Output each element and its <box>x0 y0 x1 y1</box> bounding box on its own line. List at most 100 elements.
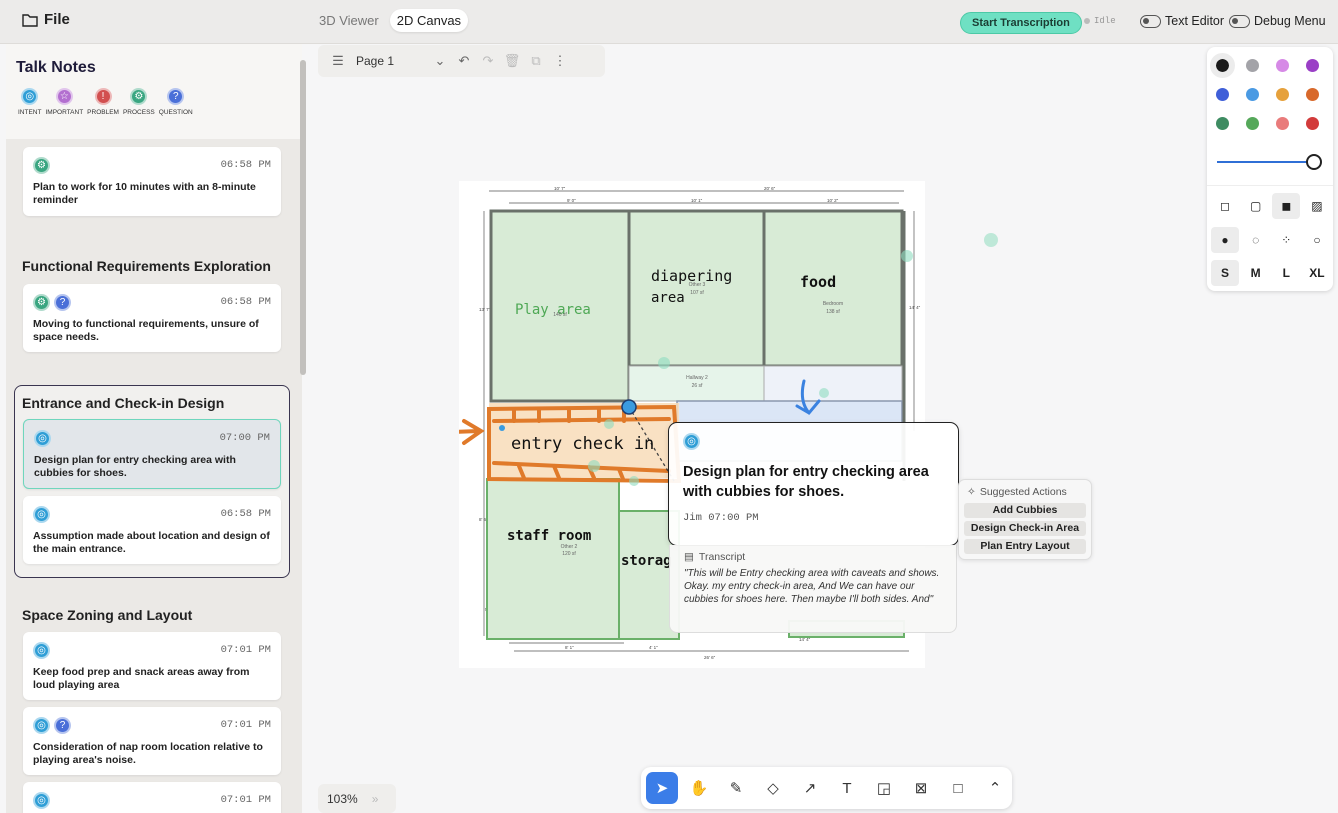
anchor-point[interactable] <box>621 399 637 415</box>
start-transcription-button[interactable]: Start Transcription <box>960 12 1082 34</box>
toggle-switch-icon <box>1140 14 1161 28</box>
popup-meta: Jim 07:00 PM <box>683 512 759 524</box>
note-time: 06:58 PM <box>220 508 271 520</box>
star-icon: ☆ <box>55 88 73 105</box>
trash-icon[interactable]: 🗑 <box>500 53 524 69</box>
note-card[interactable]: ◎ 06:58 PM Assumption made about location… <box>23 496 281 564</box>
file-menu-button[interactable]: File <box>22 11 70 28</box>
gear-icon: ⚙ <box>33 293 50 311</box>
color-swatch[interactable] <box>1276 59 1289 72</box>
hand-icon[interactable]: ✋ <box>683 772 715 804</box>
legend-problem[interactable]: ! PROBLEM <box>87 88 119 116</box>
legend-intent[interactable]: ◎ INTENT <box>18 88 41 116</box>
note-time: 06:58 PM <box>220 159 271 171</box>
transcript-panel: ▤ Transcript "This will be Entry checkin… <box>669 545 957 633</box>
color-swatch[interactable] <box>1276 117 1289 130</box>
category-legend: ◎ INTENT ☆ IMPORTANT ! PROBLEM ⚙ PROCESS ? QU… <box>18 88 197 116</box>
note-card[interactable]: ⚙? 06:58 PM Moving to functional requirem… <box>23 284 281 352</box>
size-l[interactable]: L <box>1272 260 1300 286</box>
section-title: Space Zoning and Layout <box>22 607 193 623</box>
undo-icon[interactable]: ↶ <box>452 53 476 69</box>
note-card[interactable]: ◎ 07:01 PM Keep food prep and snack areas… <box>23 632 281 700</box>
zoom-control[interactable]: 103% » <box>318 784 396 813</box>
select-icon[interactable]: ➤ <box>646 772 678 804</box>
color-swatch[interactable] <box>1246 117 1259 130</box>
note-text: Consideration of nap room location relat… <box>33 741 263 766</box>
target-icon: ◎ <box>21 88 39 105</box>
text-editor-toggle[interactable]: Text Editor <box>1140 14 1224 28</box>
dim-label: 10' 1" <box>691 198 703 203</box>
more-icon[interactable]: ⋮ <box>548 53 572 69</box>
style-panel: ◻ ▢ ◼ ▨ ● ◌ ⁘ ○ S M L XL <box>1207 47 1333 291</box>
design-check-in-button[interactable]: Design Check-in Area <box>964 521 1086 536</box>
color-swatch[interactable] <box>1246 88 1259 101</box>
pencil-icon[interactable]: ✎ <box>720 772 752 804</box>
size-s[interactable]: S <box>1211 260 1239 286</box>
file-label: File <box>44 11 70 28</box>
dim-label: 26' 6" <box>704 655 716 660</box>
color-swatch[interactable] <box>1306 59 1319 72</box>
color-swatch[interactable] <box>1216 88 1229 101</box>
expand-icon[interactable]: » <box>372 792 379 806</box>
rectangle-icon[interactable]: □ <box>942 772 974 804</box>
legend-question[interactable]: ? QUESTION <box>159 88 193 116</box>
debug-menu-toggle[interactable]: Debug Menu <box>1229 14 1326 28</box>
room-area: 120 sf <box>562 551 576 557</box>
stroke-draw-icon[interactable]: ● <box>1211 227 1239 253</box>
transcript-text: "This will be Entry checking area with c… <box>684 568 940 605</box>
notes-title: Talk Notes <box>16 59 96 76</box>
anchor-point[interactable] <box>499 425 505 431</box>
fill-solid-icon[interactable]: ◼ <box>1272 193 1301 219</box>
status-indicator: Idle <box>1084 16 1116 26</box>
menu-icon[interactable]: ☰ <box>326 53 350 69</box>
color-swatch[interactable] <box>1276 88 1289 101</box>
transcript-label: Transcript <box>698 551 746 563</box>
note-card[interactable]: ⚙ 06:58 PM Plan to work for 10 minutes wi… <box>23 147 281 216</box>
eraser-icon[interactable]: ◇ <box>757 772 789 804</box>
legend-process[interactable]: ⚙ PROCESS <box>123 88 155 116</box>
chevron-down-icon[interactable]: ⌄ <box>428 53 452 69</box>
room-area: 26 sf <box>692 383 703 389</box>
stroke-dotted-icon[interactable]: ⁘ <box>1272 227 1300 253</box>
gear-icon: ⚙ <box>33 156 50 174</box>
sidebar-scrollbar[interactable] <box>300 60 306 375</box>
text-icon[interactable]: T <box>831 772 863 804</box>
fill-pattern-icon[interactable]: ▨ <box>1303 193 1331 219</box>
stroke-solid-icon[interactable]: ○ <box>1303 227 1331 253</box>
redo-icon[interactable]: ↷ <box>476 53 500 69</box>
size-xl[interactable]: XL <box>1303 260 1331 286</box>
opacity-slider-handle[interactable] <box>1306 154 1322 170</box>
note-card[interactable]: ◎ 07:01 PM <box>23 782 281 813</box>
note-text: Design plan for entry checking area with… <box>34 454 236 479</box>
size-options: S M L XL <box>1211 260 1331 286</box>
entry-check-in-label: entry check in <box>511 434 654 454</box>
diapering-label-2: area <box>651 290 685 306</box>
tab-2d-canvas[interactable]: 2D Canvas <box>389 9 469 32</box>
fill-none-icon[interactable]: ◻ <box>1211 193 1239 219</box>
opacity-slider-track[interactable] <box>1217 161 1313 163</box>
add-cubbies-button[interactable]: Add Cubbies <box>964 503 1086 518</box>
size-m[interactable]: M <box>1242 260 1270 286</box>
chevron-up-icon[interactable]: ⌃ <box>979 772 1011 804</box>
image-icon[interactable]: ⊠ <box>905 772 937 804</box>
arrow-icon[interactable]: ↗ <box>794 772 826 804</box>
status-text: Idle <box>1094 16 1116 26</box>
color-swatch[interactable] <box>1210 53 1235 78</box>
stroke-dashed-icon[interactable]: ◌ <box>1242 227 1270 253</box>
fill-semi-icon[interactable]: ▢ <box>1242 193 1270 219</box>
page-select[interactable]: Page 1 <box>350 54 428 68</box>
color-swatch[interactable] <box>1246 59 1259 72</box>
color-swatch[interactable] <box>1306 117 1319 130</box>
dim-label: 8' 1" <box>565 645 574 650</box>
note-popup[interactable]: ◎ Design plan for entry checking area wi… <box>668 422 959 546</box>
plan-entry-layout-button[interactable]: Plan Entry Layout <box>964 539 1086 554</box>
note-card-selected[interactable]: ◎ 07:00 PM Design plan for entry checking… <box>23 419 281 489</box>
color-swatch[interactable] <box>1306 88 1319 101</box>
transcript-icon: ▤ <box>684 551 694 563</box>
legend-important[interactable]: ☆ IMPORTANT <box>45 88 83 116</box>
duplicate-icon[interactable]: ⧉ <box>524 53 548 69</box>
color-swatch[interactable] <box>1216 117 1229 130</box>
note-card[interactable]: ◎? 07:01 PM Consideration of nap room loc… <box>23 707 281 775</box>
note-icon[interactable]: ◲ <box>868 772 900 804</box>
tab-3d-viewer[interactable]: 3D Viewer <box>312 9 386 32</box>
